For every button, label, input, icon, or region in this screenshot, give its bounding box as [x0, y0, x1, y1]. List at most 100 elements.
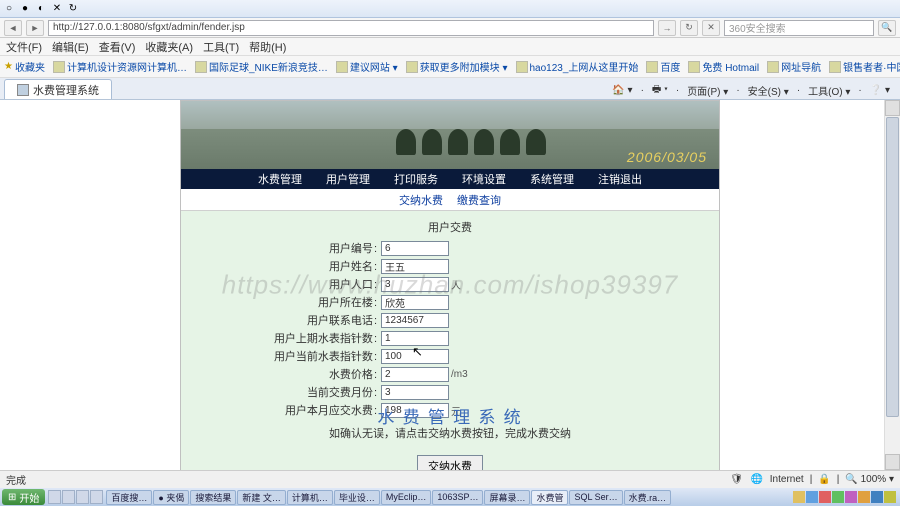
tray-icon[interactable] [819, 491, 831, 503]
fav-link[interactable]: 网址导航 [767, 59, 821, 74]
field-label: 用户人口 [231, 276, 381, 292]
search-button[interactable]: 🔍 [878, 20, 896, 36]
task-button[interactable]: 新建 文… [237, 490, 286, 505]
menu-tools[interactable]: 工具(T) [203, 39, 239, 55]
fav-link[interactable]: 计算机设计资源网计算机… [53, 59, 187, 74]
field-input[interactable] [381, 349, 449, 364]
home-button[interactable]: 🏠 ▾ [612, 85, 632, 96]
field-input[interactable] [381, 385, 449, 400]
menu-edit[interactable]: 编辑(E) [52, 39, 89, 55]
fav-link[interactable]: hao123_上网从这里开始 [516, 59, 639, 74]
banner-image: 2006/03/05 [181, 101, 719, 169]
field-input[interactable] [381, 259, 449, 274]
sublink-query[interactable]: 缴费查询 [457, 192, 501, 208]
task-button[interactable]: 百度搜… [106, 490, 152, 505]
nav-refresh-icon[interactable]: ↻ [66, 2, 80, 16]
ql-icon[interactable] [76, 490, 89, 504]
page-menu[interactable]: 页面(P) ▾ [687, 83, 728, 98]
fav-link[interactable]: 银售者者·中国第一高清… [829, 59, 900, 74]
address-bar: ◄ ► http://127.0.0.1:8080/sfgxt/admin/fe… [0, 18, 900, 38]
nav-logout[interactable]: 注销退出 [598, 171, 642, 187]
task-button[interactable]: 计算机… [287, 490, 333, 505]
task-button[interactable]: 水费.ra… [624, 490, 672, 505]
field-label: 水费价格 [231, 366, 381, 382]
task-button[interactable]: ● 夹偈 [153, 490, 189, 505]
task-button[interactable]: 水费管 [531, 490, 568, 505]
menu-favorites[interactable]: 收藏夹(A) [145, 39, 193, 55]
menu-file[interactable]: 文件(F) [6, 39, 42, 55]
stop-button[interactable]: ✕ [702, 20, 720, 36]
fav-link[interactable]: 建议网站 ▾ [336, 59, 398, 74]
fav-link[interactable]: 获取更多附加模块 ▾ [406, 59, 508, 74]
field-input[interactable] [381, 367, 449, 382]
start-button[interactable]: ⊞ 开始 [2, 489, 45, 505]
ql-icon[interactable] [90, 490, 103, 504]
field-unit: 人 [451, 277, 461, 292]
fav-link[interactable]: 免费 Hotmail [688, 59, 759, 74]
safety-menu[interactable]: 安全(S) ▾ [748, 83, 789, 98]
task-button[interactable]: MyEclip… [381, 490, 432, 505]
task-button[interactable]: 1063SP… [432, 490, 483, 505]
task-button[interactable]: 屏幕录… [484, 490, 530, 505]
zoom-level[interactable]: 🔍 100% ▾ [845, 474, 894, 485]
ql-icon[interactable] [62, 490, 75, 504]
protected-mode-icon: 🔒 [818, 474, 830, 485]
field-input[interactable] [381, 295, 449, 310]
scroll-up-button[interactable] [885, 100, 900, 116]
menu-view[interactable]: 查看(V) [99, 39, 136, 55]
nav-close-icon[interactable]: ✕ [50, 2, 64, 16]
ql-icon[interactable] [48, 490, 61, 504]
fav-link[interactable]: 国际足球_NIKE新浪竞技… [195, 59, 328, 74]
tray-icon[interactable] [832, 491, 844, 503]
browser-tab[interactable]: 水费管理系统 [4, 79, 112, 99]
back-button[interactable]: ◄ [4, 20, 22, 36]
print-button[interactable]: 🖶 ▾ [652, 82, 668, 99]
scrollbar[interactable] [884, 100, 900, 470]
status-text: 完成 [6, 472, 26, 487]
task-button[interactable]: 毕业设… [334, 490, 380, 505]
sublink-pay[interactable]: 交纳水费 [399, 192, 443, 208]
refresh-button[interactable]: ↻ [680, 20, 698, 36]
nav-env[interactable]: 环境设置 [462, 171, 506, 187]
form-row: 用户编号 [231, 239, 669, 257]
tray-icon[interactable] [858, 491, 870, 503]
nav-back-icon[interactable]: ○ [2, 2, 16, 16]
field-input[interactable] [381, 277, 449, 292]
go-button[interactable]: → [658, 20, 676, 36]
task-button[interactable]: 搜索结果 [190, 490, 236, 505]
nav-stop-icon[interactable]: ◐ [34, 2, 48, 16]
nav-user[interactable]: 用户管理 [326, 171, 370, 187]
help-button[interactable]: ❔ ▾ [870, 85, 890, 96]
field-input[interactable] [381, 331, 449, 346]
task-button[interactable]: SQL Ser… [569, 490, 622, 505]
field-label: 用户联系电话 [231, 312, 381, 328]
form-row: 当前交费月份 [231, 383, 669, 401]
tray-icon[interactable] [806, 491, 818, 503]
nav-system[interactable]: 系统管理 [530, 171, 574, 187]
url-input[interactable]: http://127.0.0.1:8080/sfgxt/admin/fender… [48, 20, 654, 36]
nav-fee[interactable]: 水费管理 [258, 171, 302, 187]
nav-forward-icon[interactable]: ● [18, 2, 32, 16]
page-icon [767, 61, 779, 73]
scroll-thumb[interactable] [886, 117, 899, 417]
field-input[interactable] [381, 313, 449, 328]
search-input[interactable]: 360安全搜索 [724, 20, 874, 36]
tools-menu[interactable]: 工具(O) ▾ [808, 83, 850, 98]
fav-link[interactable]: 百度 [646, 59, 680, 74]
forward-button[interactable]: ► [26, 20, 44, 36]
scroll-down-button[interactable] [885, 454, 900, 470]
tray-icon[interactable] [845, 491, 857, 503]
favorites-button[interactable]: ★收藏夹 [4, 59, 45, 74]
form-row: 用户当前水表指针数 [231, 347, 669, 365]
form-row: 用户所在楼 [231, 293, 669, 311]
field-label: 用户上期水表指针数 [231, 330, 381, 346]
tray-icon[interactable] [884, 491, 896, 503]
page-icon [336, 61, 348, 73]
submit-button[interactable]: 交纳水费 [417, 455, 483, 470]
tray-icon[interactable] [793, 491, 805, 503]
tray-icon[interactable] [871, 491, 883, 503]
field-input[interactable] [381, 241, 449, 256]
menu-help[interactable]: 帮助(H) [249, 39, 286, 55]
page-icon [646, 61, 658, 73]
nav-print[interactable]: 打印服务 [394, 171, 438, 187]
